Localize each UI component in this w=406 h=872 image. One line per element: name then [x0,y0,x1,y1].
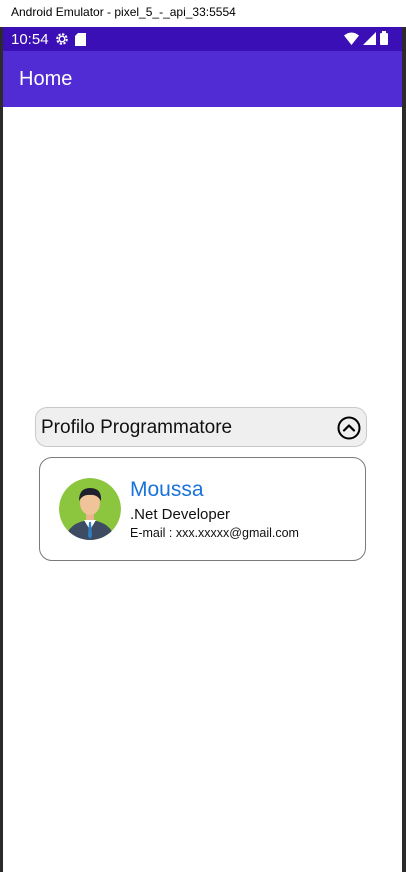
status-right-icons [344,31,388,49]
device-screen: 10:54 Home Profilo Programmatore Moussa … [3,27,402,872]
emulator-window-title: Android Emulator - pixel_5_-_api_33:5554 [0,0,406,27]
profile-role: .Net Developer [130,506,231,523]
signal-icon [363,31,376,49]
expander-header[interactable]: Profilo Programmatore [35,407,367,447]
chevron-up-icon[interactable] [337,416,361,440]
wifi-icon [344,32,359,49]
profile-email: E-mail : xxx.xxxxx@gmail.com [130,526,299,540]
battery-icon [380,31,388,49]
profile-card: Moussa .Net Developer E-mail : xxx.xxxxx… [39,457,366,561]
status-bar: 10:54 [3,27,402,51]
profile-name: Moussa [130,478,204,501]
expander-title: Profilo Programmatore [41,417,233,438]
sd-card-icon [74,32,86,46]
background-ide-edge-right [402,27,406,872]
avatar [59,478,121,540]
status-time: 10:54 [11,30,49,48]
page-title: Home [19,68,73,90]
app-bar: Home [3,51,402,107]
gear-icon [55,32,69,46]
